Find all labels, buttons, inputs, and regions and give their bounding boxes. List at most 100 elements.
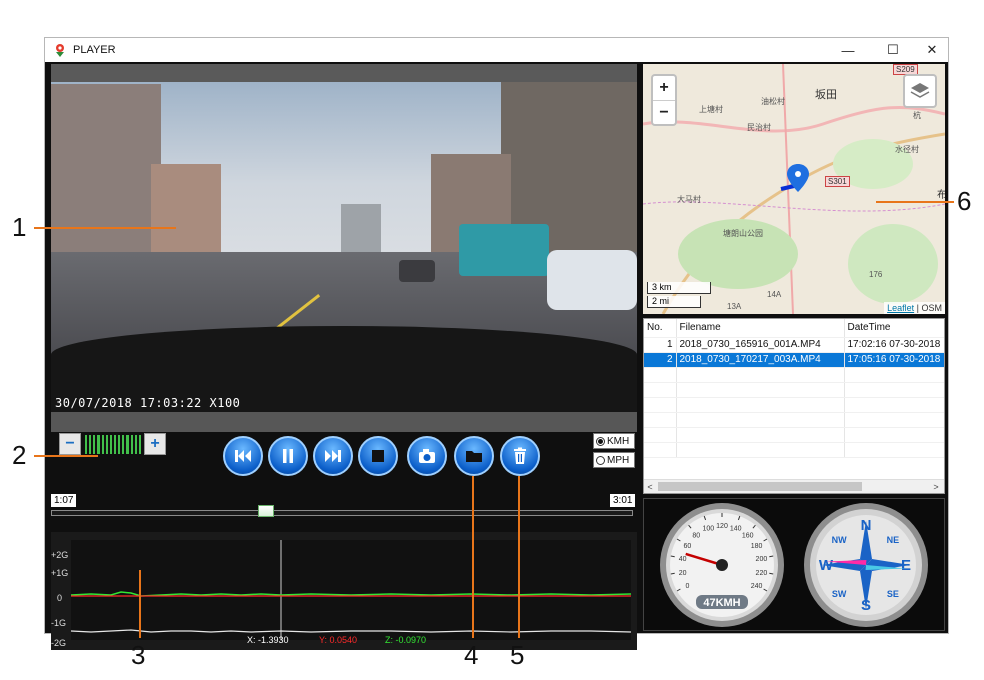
map-label-10: 杭 — [913, 111, 921, 120]
camera-icon — [419, 449, 435, 463]
unit-mph-option[interactable]: MPH — [593, 452, 635, 468]
video-letterbox-bottom — [51, 412, 637, 432]
callout-4: 4 — [464, 640, 479, 670]
map-label-13: 14A — [767, 290, 782, 299]
map-zoom-control: + − — [651, 74, 677, 126]
seek-bar[interactable] — [51, 510, 633, 516]
speed-tick-label: 120 — [716, 523, 728, 530]
row-datetime: 17:05:16 07-30-2018 — [844, 352, 944, 368]
title-bar: PLAYER — ☐ ✕ — [45, 38, 948, 62]
screenshot-canvas: PLAYER — ☐ ✕ 30/07/2018 17:03:22 X100 − … — [0, 0, 984, 680]
z-readout: Z: -0.0970 — [385, 635, 427, 645]
callout-5: 5 — [510, 640, 525, 670]
window-title: PLAYER — [73, 44, 116, 56]
map-label-9: 布 — [937, 190, 945, 201]
delete-button[interactable] — [500, 436, 540, 476]
map-scale-mi: 2 mi — [647, 296, 701, 308]
volume-up-button[interactable]: + — [144, 433, 166, 455]
current-time: 1:07 — [51, 494, 77, 507]
callout-line-2 — [34, 455, 98, 457]
player-body: 30/07/2018 17:03:22 X100 − + KMH MPH 1:0… — [45, 62, 948, 650]
speed-tick-label: 160 — [742, 532, 754, 539]
close-button[interactable]: ✕ — [913, 38, 951, 62]
y-readout: Y: 0.0540 — [319, 635, 358, 645]
radio-kmh[interactable] — [596, 436, 605, 446]
map-layers-button[interactable] — [903, 74, 937, 108]
compass-label: N — [861, 517, 872, 534]
compass-label: S — [861, 597, 871, 614]
speedometer: 0 20 40 6080100 120 140160 180 200 220 240 47KMH — [660, 503, 784, 627]
speed-tick-label: 220 — [756, 570, 768, 577]
seek-thumb[interactable] — [258, 505, 275, 517]
building-left-2 — [151, 164, 221, 254]
stop-icon — [372, 450, 384, 462]
compass: N NE E SE S SW W NW — [804, 503, 928, 627]
pause-button[interactable] — [268, 436, 308, 476]
zoom-in-button[interactable]: + — [653, 76, 675, 100]
previous-button[interactable] — [223, 436, 263, 476]
speed-tick-mark — [769, 555, 774, 558]
maximize-button[interactable]: ☐ — [874, 38, 912, 62]
speed-tick-label: 80 — [692, 532, 700, 539]
col-filename[interactable]: Filename — [676, 319, 845, 338]
osm-attribution: OSM — [921, 303, 942, 313]
speed-tick-mark — [670, 555, 675, 558]
leaflet-link[interactable]: Leaflet — [887, 303, 914, 313]
map-label-5: 塘朗山公园 — [723, 229, 763, 238]
unit-kmh-option[interactable]: KMH — [593, 433, 635, 449]
open-folder-button[interactable] — [454, 436, 494, 476]
previous-icon — [235, 450, 251, 462]
snapshot-button[interactable] — [407, 436, 447, 476]
volume-level-bar[interactable] — [85, 435, 141, 454]
compass-label: SE — [887, 589, 899, 599]
app-pin-icon — [53, 43, 67, 57]
minimize-button[interactable]: — — [829, 38, 867, 62]
speed-tick-label: 40 — [679, 556, 687, 563]
player-window: PLAYER — ☐ ✕ 30/07/2018 17:03:22 X100 − … — [44, 37, 949, 650]
folder-icon — [466, 451, 482, 462]
col-datetime[interactable]: DateTime — [844, 319, 944, 338]
video-timestamp-overlay: 30/07/2018 17:03:22 X100 — [55, 396, 241, 410]
volume-down-button[interactable]: − — [59, 433, 81, 455]
speed-tick-label: 200 — [756, 556, 768, 563]
file-list-header: No. Filename DateTime — [644, 319, 944, 338]
map-label-7: S301 — [825, 176, 850, 187]
compass-label: NW — [832, 535, 847, 545]
map-label-6: 水径村 — [895, 145, 919, 154]
next-button[interactable] — [313, 436, 353, 476]
scroll-left-arrow[interactable]: < — [644, 480, 656, 493]
col-no[interactable]: No. — [644, 319, 677, 338]
speed-tick-label: 100 — [702, 525, 714, 532]
building-center — [341, 204, 381, 254]
speed-tick-mark — [670, 572, 675, 575]
map-view[interactable]: 坂田 油松村 上塘村 民治村 大马村 塘朗山公园 水径村 S301 S209 布… — [643, 64, 945, 314]
callout-line-5 — [518, 476, 520, 638]
file-list[interactable]: No. Filename DateTime 1 2018_0730_165916… — [643, 318, 945, 494]
gauge-panel: 0 20 40 60 80 100 120 140 160 180 200 220 240 47KMH — [643, 498, 945, 631]
plot-area — [71, 540, 631, 640]
compass-label: SW — [832, 589, 847, 599]
radio-mph[interactable] — [596, 455, 605, 465]
speed-tick-label: 20 — [679, 570, 687, 577]
stop-button[interactable] — [358, 436, 398, 476]
map-attribution: Leaflet | OSM — [884, 302, 945, 314]
speed-tick-label: 140 — [730, 525, 742, 532]
scrollbar-thumb[interactable] — [658, 482, 862, 491]
horizontal-scrollbar[interactable]: < > — [644, 479, 944, 493]
scroll-right-arrow[interactable]: > — [930, 480, 942, 493]
table-row[interactable]: 1 2018_0730_165916_001A.MP4 17:02:16 07-… — [644, 337, 944, 353]
video-view[interactable]: 30/07/2018 17:03:22 X100 — [51, 64, 637, 432]
callout-line-1 — [34, 227, 176, 229]
map-label-4: 大马村 — [677, 195, 701, 204]
trash-icon — [514, 447, 526, 464]
compass-label: W — [819, 557, 834, 574]
gauges-svg: 0 20 40 6080100 120 140160 180 200 220 240 47KMH — [660, 503, 928, 627]
table-row-selected[interactable]: 2 2018_0730_170217_003A.MP4 17:05:16 07-… — [644, 352, 944, 368]
speed-tick-label: 0 — [685, 583, 689, 590]
zoom-out-button[interactable]: − — [653, 101, 675, 125]
speed-readout: 47KMH — [703, 597, 740, 609]
callout-line-3 — [139, 570, 141, 638]
car-ahead — [399, 260, 435, 282]
x-readout: X: -1.3930 — [247, 635, 289, 645]
callout-6: 6 — [957, 186, 972, 216]
